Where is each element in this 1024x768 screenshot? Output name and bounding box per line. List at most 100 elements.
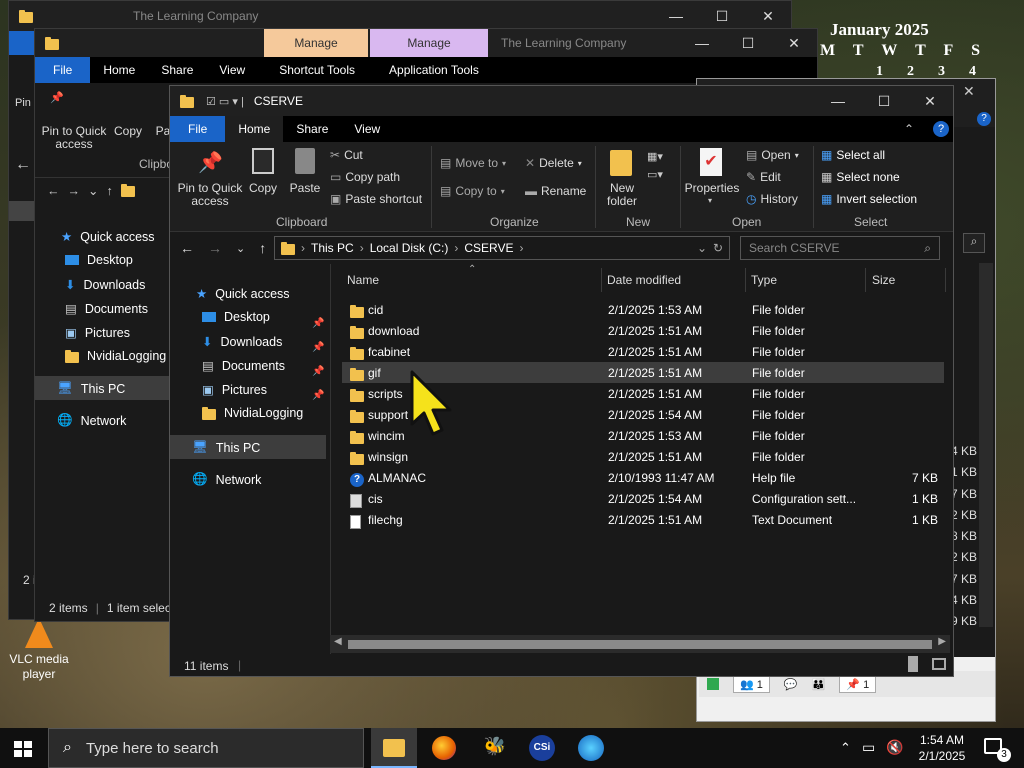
nav-network[interactable]: 🌐 Network <box>57 413 126 428</box>
tab-shortcut-tools[interactable]: Shortcut Tools <box>266 57 368 83</box>
maximize-icon[interactable]: ☐ <box>725 29 771 57</box>
move-to-button[interactable]: ▤ Move to ▾ <box>440 156 506 170</box>
nav-buttons[interactable]: ← → ⌄ ↑ <box>47 183 135 198</box>
bee-app-icon[interactable]: 🐝 <box>482 736 508 760</box>
globe-app-icon[interactable] <box>578 735 604 761</box>
maximize-icon[interactable]: ☐ <box>699 1 745 31</box>
close-icon[interactable]: ✕ <box>771 29 817 57</box>
column-type[interactable]: Type <box>751 273 777 287</box>
scrollbar[interactable] <box>979 263 993 627</box>
search-input[interactable]: Search CSERVE ⌕ <box>740 236 940 260</box>
refresh-icon[interactable]: ↻ <box>713 241 723 255</box>
nav-pictures[interactable]: ▣ Pictures <box>202 382 267 398</box>
details-view-icon[interactable] <box>908 656 918 672</box>
pin-button[interactable]: 📌 <box>39 91 75 104</box>
nav-nvidia[interactable]: NvidiaLogging <box>202 406 303 420</box>
close-icon[interactable]: ✕ <box>745 1 791 31</box>
breadcrumb-this-pc[interactable]: This PC <box>311 241 354 255</box>
nav-quick-access[interactable]: ★ Quick access <box>61 229 155 245</box>
main-explorer-window[interactable]: ☑ ▭ ▾ | CSERVE — ☐ ✕ File Home Share View … <box>169 85 954 677</box>
tab-view[interactable]: View <box>206 57 258 83</box>
nav-documents[interactable]: ▤ Documents <box>65 301 148 317</box>
tab-home[interactable]: Home <box>90 57 148 83</box>
pin-quick-access-button[interactable]: Pin to Quick access <box>41 125 107 151</box>
nav-quick-access[interactable]: ★ Quick access <box>196 286 290 302</box>
manage-tab-application[interactable]: Manage <box>370 29 488 57</box>
address-bar[interactable]: › This PC › Local Disk (C:) › CSERVE › ⌄… <box>274 236 730 260</box>
file-row[interactable]: cis 2/1/2025 1:54 AM Configuration sett...… <box>342 488 944 509</box>
tab-view[interactable]: View <box>341 116 393 142</box>
column-size[interactable]: Size <box>872 273 895 287</box>
back-icon[interactable]: ← <box>180 240 194 256</box>
taskbar-search-box[interactable]: ⌕ Type here to search <box>48 728 364 768</box>
nav-desktop[interactable]: Desktop <box>202 310 270 324</box>
pin-quick-access-button[interactable]: Pin to Quick access <box>174 182 246 208</box>
up-icon[interactable]: ↑ <box>106 184 112 198</box>
nav-downloads[interactable]: ⬇ Downloads <box>202 334 282 350</box>
main-titlebar[interactable]: ☑ ▭ ▾ | CSERVE — ☐ ✕ <box>170 86 953 116</box>
file-row[interactable]: filechg 2/1/2025 1:51 AM Text Document 1 KB <box>342 509 944 530</box>
horizontal-scrollbar[interactable]: ◀ ▶ <box>330 635 950 653</box>
tab-application-tools[interactable]: Application Tools <box>376 57 492 83</box>
help-icon[interactable]: ? <box>933 121 949 137</box>
volume-muted-icon[interactable]: 🔇 <box>886 739 903 756</box>
forward-icon[interactable]: → <box>68 184 81 198</box>
close-icon[interactable]: ✕ <box>907 86 953 116</box>
tiles-view-icon[interactable] <box>932 658 946 670</box>
new-folder-button[interactable]: New folder <box>600 182 644 208</box>
chat-icon[interactable]: 💬 <box>784 678 798 691</box>
csi-app-icon[interactable]: CSi <box>529 735 555 761</box>
copy-button[interactable]: Copy <box>246 182 280 195</box>
back-arrow-icon[interactable]: ← <box>15 156 31 174</box>
nav-documents[interactable]: ▤ Documents <box>202 358 285 374</box>
recent-locations-icon[interactable]: ⌄ <box>236 242 245 255</box>
pin-button[interactable]: 📌 1 <box>839 675 877 693</box>
nav-nvidia[interactable]: NvidiaLogging <box>65 349 166 363</box>
nav-buttons[interactable]: ← → ⌄ ↑ <box>180 240 266 256</box>
scroll-right-icon[interactable]: ▶ <box>938 636 946 647</box>
back-window-2-titlebar[interactable]: Manage Manage The Learning Company — ☐ ✕ <box>35 29 817 57</box>
history-button[interactable]: ◷ History <box>746 192 798 206</box>
green-icon[interactable] <box>707 678 719 690</box>
delete-button[interactable]: ✕ Delete ▾ <box>525 156 582 170</box>
search-icon[interactable]: ⌕ <box>963 233 985 253</box>
tab-file[interactable]: File <box>35 57 91 83</box>
collapse-ribbon-icon[interactable]: ⌃ <box>891 116 927 142</box>
group-icon[interactable]: 👪 <box>812 678 826 691</box>
back-window-1-titlebar[interactable]: The Learning Company — ☐ ✕ <box>9 1 791 31</box>
minimize-icon[interactable]: — <box>653 1 699 31</box>
cut-button[interactable]: ✂ Cut <box>330 148 363 162</box>
show-hidden-icons[interactable]: ⌃ <box>840 740 851 756</box>
back-icon[interactable]: ← <box>47 184 60 198</box>
file-row[interactable]: winsign 2/1/2025 1:51 AM File folder <box>342 446 944 467</box>
edit-button[interactable]: ✎ Edit <box>746 170 781 184</box>
minimize-icon[interactable]: — <box>679 29 725 57</box>
recent-icon[interactable]: ⌄ <box>88 183 98 198</box>
nav-this-pc[interactable]: 🖥 This PC <box>57 381 125 396</box>
select-all-button[interactable]: ▦ Select all <box>821 148 885 162</box>
tab-share[interactable]: Share <box>283 116 341 142</box>
tab-home[interactable]: Home <box>225 116 284 142</box>
properties-button[interactable]: Properties <box>684 182 740 195</box>
new-item-icon[interactable]: ▦▾ ▭▾ <box>647 148 663 184</box>
file-row[interactable]: ? ALMANAC 2/10/1993 11:47 AM Help file 7 KB <box>342 467 944 488</box>
nav-downloads[interactable]: ⬇ Downloads <box>65 277 145 293</box>
firefox-icon[interactable] <box>432 736 456 760</box>
open-button[interactable]: ▤ Open ▾ <box>746 148 799 162</box>
breadcrumb-local-disk[interactable]: Local Disk (C:) <box>370 241 449 255</box>
nav-pictures[interactable]: ▣ Pictures <box>65 325 130 341</box>
breadcrumb-cserve[interactable]: CSERVE <box>464 241 513 255</box>
dropdown-icon[interactable]: ⌄ <box>697 241 707 255</box>
quick-access-toolbar[interactable]: ☑ ▭ ▾ | <box>206 95 244 108</box>
column-name[interactable]: Name <box>347 273 379 287</box>
paste-button[interactable]: Paste <box>286 182 324 195</box>
copy-button[interactable]: Copy <box>113 125 143 138</box>
select-none-button[interactable]: ▦ Select none <box>821 170 900 184</box>
windows-start-icon[interactable] <box>14 741 32 757</box>
horizontal-thumb[interactable] <box>348 640 932 649</box>
nav-network[interactable]: 🌐 Network <box>192 472 261 487</box>
copy-path-button[interactable]: ▭ Copy path <box>330 170 400 184</box>
vlc-desktop-icon[interactable]: VLC media player <box>4 618 74 682</box>
invert-selection-button[interactable]: ▦ Invert selection <box>821 192 917 206</box>
close-icon[interactable]: ✕ <box>963 83 975 100</box>
